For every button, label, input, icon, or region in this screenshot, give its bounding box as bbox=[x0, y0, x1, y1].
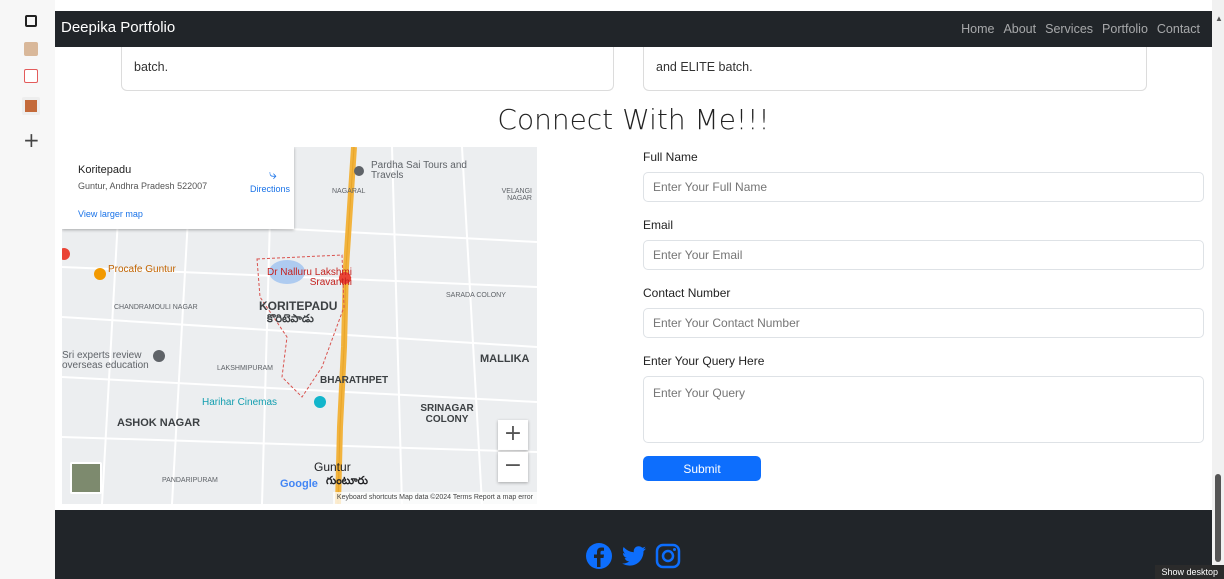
map-label: BHARATHPET bbox=[320, 375, 389, 386]
nav-contact[interactable]: Contact bbox=[1157, 22, 1200, 36]
map-label: SARADA COLONY bbox=[446, 292, 506, 299]
service-card-left: batch. bbox=[121, 47, 614, 91]
map-label: SRINAGAR COLONY bbox=[420, 403, 474, 425]
place-name: Koritepadu bbox=[78, 164, 132, 176]
card-text: and ELITE batch. bbox=[656, 60, 753, 74]
map-label: VELANGI NAGAR bbox=[501, 188, 532, 202]
directions-link[interactable]: Directions bbox=[250, 184, 290, 194]
map-label: NAGARAL bbox=[332, 188, 366, 195]
view-larger-map-link[interactable]: View larger map bbox=[78, 209, 143, 219]
scroll-up-icon[interactable]: ▲ bbox=[1215, 14, 1223, 23]
restaurant-pin-icon bbox=[94, 268, 106, 280]
submit-button[interactable]: Submit bbox=[643, 456, 761, 481]
nav-about[interactable]: About bbox=[1003, 22, 1036, 36]
nav-links: Home About Services Portfolio Contact bbox=[961, 22, 1200, 36]
favorite-site-icon[interactable] bbox=[24, 42, 38, 56]
map-label: MALLIKA bbox=[480, 353, 530, 365]
email-label: Email bbox=[643, 218, 674, 232]
place-address: Guntur, Andhra Pradesh 522007 bbox=[78, 181, 208, 191]
document-icon[interactable] bbox=[24, 69, 38, 83]
map-label: ASHOK NAGAR bbox=[117, 417, 201, 429]
cinema-pin-icon bbox=[314, 396, 326, 408]
scrollbar-thumb[interactable] bbox=[1215, 474, 1221, 562]
email-input[interactable] bbox=[643, 240, 1204, 270]
facebook-icon[interactable] bbox=[585, 542, 613, 570]
show-desktop-button[interactable]: Show desktop bbox=[1155, 565, 1224, 579]
card-text: batch. bbox=[134, 60, 169, 74]
nav-portfolio[interactable]: Portfolio bbox=[1102, 22, 1148, 36]
tabs-icon[interactable] bbox=[25, 15, 37, 27]
query-textarea[interactable] bbox=[643, 376, 1204, 443]
brand-link[interactable]: Deepika Portfolio bbox=[61, 19, 175, 36]
query-label: Enter Your Query Here bbox=[643, 354, 765, 368]
embedded-map[interactable]: Pardha Sai Tours and Travels NAGARAL VEL… bbox=[62, 147, 537, 504]
zoom-in-button[interactable]: + bbox=[498, 420, 528, 450]
map-footer[interactable]: Keyboard shortcuts Map data ©2024 Terms … bbox=[332, 492, 537, 504]
map-label: గుంటూరు bbox=[326, 475, 368, 487]
map-label: LAKSHMIPURAM bbox=[217, 365, 274, 372]
pin-icon bbox=[354, 166, 364, 176]
page-scrollbar[interactable]: ▲ bbox=[1212, 0, 1224, 579]
satellite-toggle[interactable] bbox=[70, 462, 102, 494]
map-label: Dr Nalluru Lakshmi Sravanthi bbox=[266, 267, 352, 288]
map-label: KORITEPADU bbox=[259, 299, 338, 313]
instagram-icon[interactable] bbox=[654, 542, 682, 570]
service-card-right: and ELITE batch. bbox=[643, 47, 1147, 91]
navbar: Deepika Portfolio Home About Services Po… bbox=[55, 11, 1212, 47]
section-title: Connect With Me!!! bbox=[497, 103, 770, 136]
contact-number-input[interactable] bbox=[643, 308, 1204, 338]
directions-icon[interactable]: ⤷ bbox=[269, 166, 277, 183]
browser-sidebar: + bbox=[0, 0, 55, 579]
footer bbox=[55, 510, 1212, 579]
map-label: కొరిటెపాడు bbox=[267, 313, 314, 325]
contact-number-label: Contact Number bbox=[643, 286, 731, 300]
nav-home[interactable]: Home bbox=[961, 22, 994, 36]
map-label: Pardha Sai Tours and Travels bbox=[371, 160, 467, 181]
map-place-card: Koritepadu Guntur, Andhra Pradesh 522007… bbox=[62, 147, 294, 229]
twitter-icon[interactable] bbox=[620, 542, 648, 570]
full-name-label: Full Name bbox=[643, 150, 698, 164]
map-label: Guntur bbox=[314, 460, 351, 474]
map-label: PANDARIPURAM bbox=[162, 477, 218, 484]
map-label: Harihar Cinemas bbox=[202, 397, 278, 408]
full-name-input[interactable] bbox=[643, 172, 1204, 202]
zoom-out-button[interactable]: − bbox=[498, 452, 528, 482]
map-label: Procafe Guntur bbox=[108, 264, 176, 275]
map-label: CHANDRAMOULI NAGAR bbox=[114, 304, 198, 311]
map-label: Sri experts review overseas education bbox=[62, 350, 149, 371]
nav-services[interactable]: Services bbox=[1045, 22, 1093, 36]
google-logo: Google bbox=[280, 478, 318, 490]
